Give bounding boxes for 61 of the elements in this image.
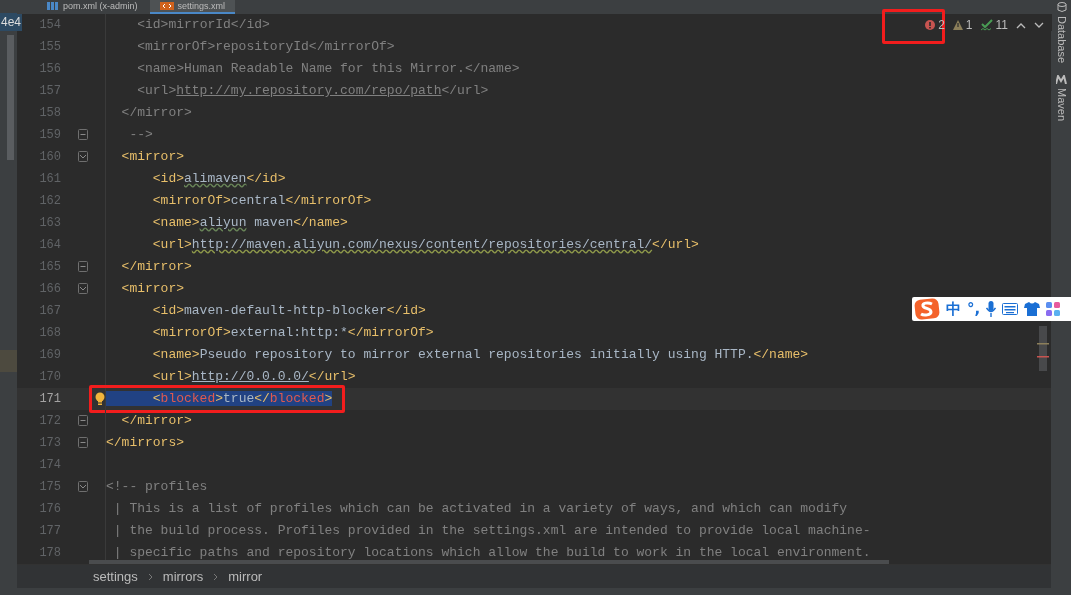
line-number: 175 <box>38 480 61 494</box>
breadcrumb[interactable]: settings <box>93 566 138 587</box>
line-number: 158 <box>38 106 61 120</box>
line-number: 176 <box>38 502 61 516</box>
line-number: 170 <box>38 370 61 384</box>
code-line: <name>aliyun maven</name> <box>105 212 348 234</box>
code-line: <name>Human Readable Name for this Mirror.</name> <box>105 58 520 80</box>
tool-window-label[interactable]: 4e4 <box>0 13 23 31</box>
typo-count[interactable]: 11 <box>980 18 1008 32</box>
line-number: 168 <box>38 326 61 340</box>
code-line: | the build process. Profiles provided in the settings.xml are intended to provide local machine- <box>105 520 871 542</box>
line-number: 173 <box>38 436 61 450</box>
line-number: 166 <box>38 282 61 296</box>
code-line: <id>mirrorId</id> <box>105 14 270 36</box>
editor-tab[interactable]: settings.xml <box>149 0 236 14</box>
line-number: 164 <box>38 238 61 252</box>
line-number: 159 <box>38 128 61 142</box>
code-line: <!-- profiles <box>105 476 208 498</box>
error-count-label: 2 <box>938 18 945 32</box>
code-line: </mirror> <box>105 410 192 432</box>
editor-tab[interactable]: pom.xml (x-admin) <box>37 0 148 14</box>
line-number: 171 <box>38 392 61 406</box>
code-line: <blocked>true</blocked> <box>105 388 333 410</box>
breadcrumb[interactable]: mirrors <box>162 566 204 587</box>
tool-window-button[interactable]: Database <box>1053 2 1070 64</box>
code-line: --> <box>105 124 153 146</box>
line-number: 160 <box>38 150 61 164</box>
punctuation-toggle[interactable]: °, <box>967 297 981 321</box>
code-line: <id>alimaven</id> <box>105 168 286 190</box>
code-line: <mirror> <box>105 278 184 300</box>
line-number: 157 <box>38 84 61 98</box>
line-number: 167 <box>38 304 61 318</box>
line-number: 155 <box>38 40 61 54</box>
tool-window-button[interactable]: Maven <box>1053 75 1070 122</box>
warning-count-label: 1 <box>965 18 973 32</box>
code-line: | This is a list of profiles which can be activated in a variety of ways, and which can modify <box>105 498 848 520</box>
line-number: 156 <box>38 62 61 76</box>
code-line: <id>maven-default-http-blocker</id> <box>105 300 426 322</box>
code-line: <mirrorOf>repositoryId</mirrorOf> <box>105 36 395 58</box>
code-line: <mirrorOf>external:http:*</mirrorOf> <box>105 322 434 344</box>
line-number: 161 <box>38 172 61 186</box>
code-line: <name>Pseudo repository to mirror external repositories initially using HTTP.</name> <box>105 344 809 366</box>
line-number: 178 <box>38 546 61 560</box>
code-line: <mirrorOf>central</mirrorOf> <box>105 190 372 212</box>
line-number: 169 <box>38 348 61 362</box>
line-number: 177 <box>38 524 61 538</box>
warning-count[interactable]: 1 <box>952 18 973 32</box>
line-number: 174 <box>38 458 61 472</box>
code-line: <url>http://my.repository.com/repo/path</url> <box>105 80 489 102</box>
code-line: </mirrors> <box>105 432 184 454</box>
code-line: </mirror> <box>105 102 192 124</box>
input-mode-toggle[interactable]: 中 <box>946 297 961 321</box>
typo-count-label: 11 <box>995 18 1008 32</box>
code-line: <url>http://maven.aliyun.com/nexus/content/repositories/central/</url> <box>105 234 699 256</box>
line-number: 163 <box>38 216 61 230</box>
breadcrumb[interactable]: mirror <box>228 566 263 587</box>
line-number: 172 <box>38 414 61 428</box>
line-number: 165 <box>38 260 61 274</box>
code-line: </mirror> <box>105 256 192 278</box>
code-line: <mirror> <box>105 146 184 168</box>
line-number: 162 <box>38 194 61 208</box>
